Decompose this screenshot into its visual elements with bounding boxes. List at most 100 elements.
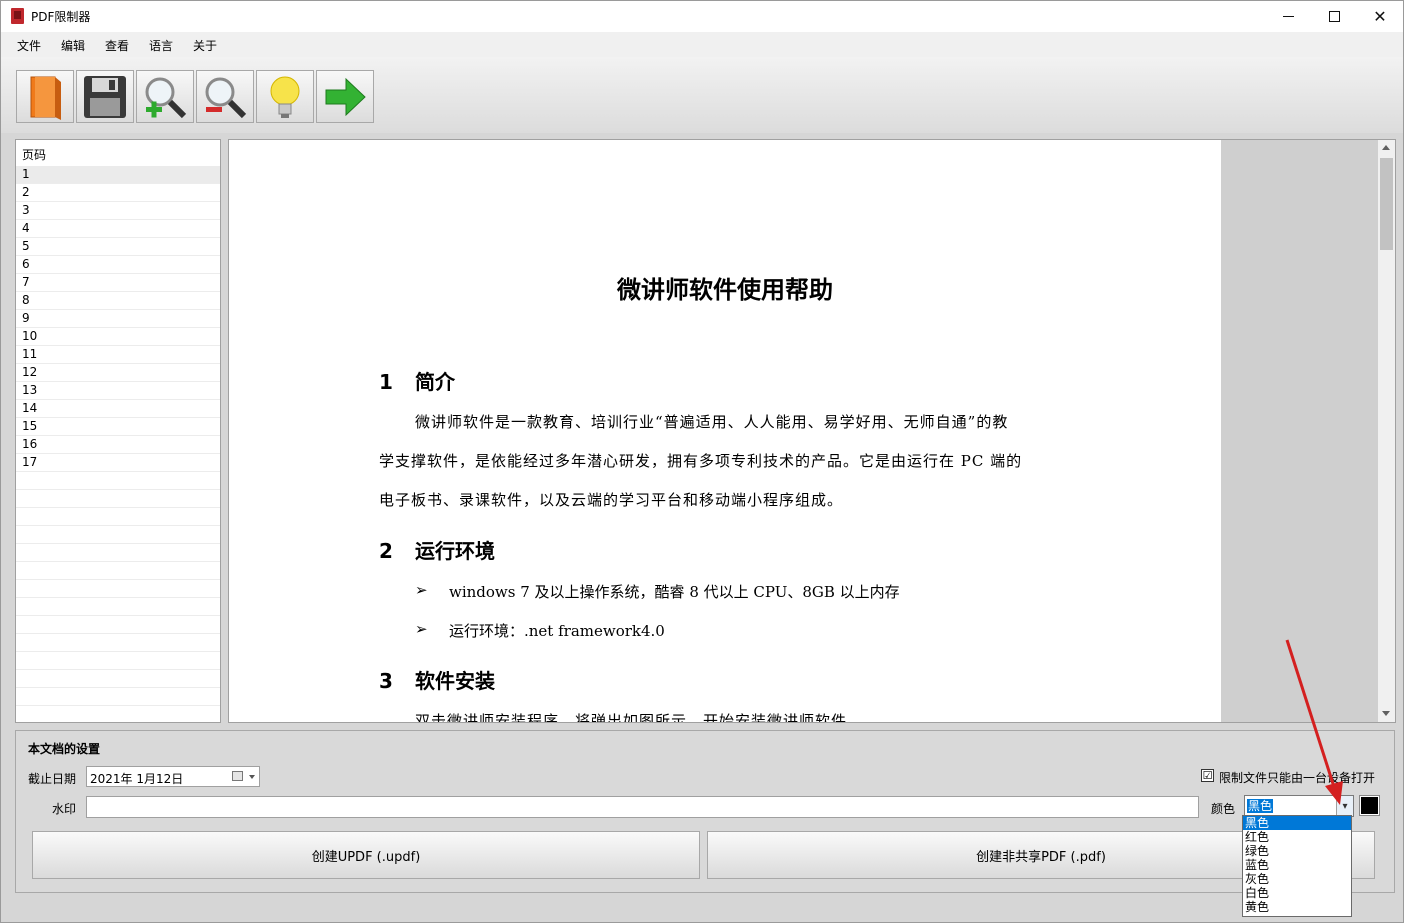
page-row-9[interactable]: 9 [16, 310, 220, 328]
section-heading-1: 1 简介 [379, 370, 455, 394]
color-select[interactable]: 黑色 ▾ [1244, 795, 1354, 817]
menu-edit[interactable]: 编辑 [61, 37, 85, 54]
color-option[interactable]: 灰色 [1243, 872, 1351, 886]
open-button[interactable] [16, 70, 74, 123]
scroll-down-icon[interactable] [1382, 711, 1390, 716]
zoom-out-button[interactable] [196, 70, 254, 123]
empty-row [16, 508, 220, 526]
page-row-8[interactable]: 8 [16, 292, 220, 310]
page-row-4[interactable]: 4 [16, 220, 220, 238]
close-icon: ✕ [1373, 7, 1387, 26]
page-row-13[interactable]: 13 [16, 382, 220, 400]
menu-bar: 文件 编辑 查看 语言 关于 [1, 32, 1403, 57]
chevron-down-icon [249, 775, 255, 779]
green-arrow-icon [325, 77, 366, 116]
watermark-input[interactable] [86, 796, 1199, 818]
zoom-in-button[interactable] [136, 70, 194, 123]
paragraph-line: 学支撑软件，是依能经过多年潜心研发，拥有多项专利技术的产品。它是由运行在 PC … [379, 452, 1023, 470]
document-page: 微讲师软件使用帮助 1 简介 微讲师软件是一款教育、培训行业“普遍适用、人人能用、… [229, 140, 1221, 723]
lightbulb-icon [270, 76, 300, 118]
empty-row [16, 580, 220, 598]
chevron-down-icon[interactable]: ▾ [1336, 796, 1353, 816]
page-row-3[interactable]: 3 [16, 202, 220, 220]
zoom-in-icon [145, 77, 187, 118]
doc-title: 微讲师软件使用帮助 [617, 276, 833, 304]
close-button[interactable]: ✕ [1357, 1, 1403, 32]
page-row-10[interactable]: 10 [16, 328, 220, 346]
bullet-text: windows 7 及以上操作系统，酷睿 8 代以上 CPU、8GB 以上内存 [449, 583, 900, 601]
paragraph-line: 微讲师软件是一款教育、培训行业“普遍适用、人人能用、易学好用、无师自通”的教 [415, 413, 1009, 431]
empty-row [16, 634, 220, 652]
paragraph-line: 电子板书、录课软件，以及云端的学习平台和移动端小程序组成。 [379, 491, 844, 509]
color-option[interactable]: 黄色 [1243, 900, 1351, 914]
window-title: PDF限制器 [31, 10, 91, 24]
expiry-date-label: 截止日期 [28, 772, 77, 786]
bullet-arrow-icon: ➢ [415, 581, 428, 599]
restrict-device-checkbox[interactable]: ☑ [1201, 769, 1214, 782]
menu-about[interactable]: 关于 [193, 37, 217, 54]
empty-row [16, 616, 220, 634]
color-option[interactable]: 绿色 [1243, 844, 1351, 858]
maximize-button[interactable] [1311, 1, 1357, 32]
document-viewer[interactable]: 微讲师软件使用帮助 1 简介 微讲师软件是一款教育、培训行业“普遍适用、人人能用、… [228, 139, 1396, 723]
color-option[interactable]: 黑色 [1243, 816, 1351, 830]
empty-row [16, 490, 220, 508]
menu-view[interactable]: 查看 [105, 37, 129, 54]
zoom-out-icon [205, 77, 247, 118]
create-updf-button[interactable]: 创建UPDF (.updf) [32, 831, 700, 879]
scroll-thumb[interactable] [1380, 158, 1393, 250]
color-swatch[interactable] [1359, 795, 1380, 816]
empty-row [16, 544, 220, 562]
empty-row [16, 472, 220, 490]
page-row-16[interactable]: 16 [16, 436, 220, 454]
expiry-date-picker[interactable]: 2021年 1月12日 [86, 766, 260, 787]
save-button[interactable] [76, 70, 134, 123]
next-button[interactable] [316, 70, 374, 123]
page-row-12[interactable]: 12 [16, 364, 220, 382]
menu-language[interactable]: 语言 [149, 37, 173, 54]
color-option[interactable]: 蓝色 [1243, 858, 1351, 872]
page-row-14[interactable]: 14 [16, 400, 220, 418]
page-row-5[interactable]: 5 [16, 238, 220, 256]
calendar-icon [232, 771, 243, 781]
color-select-value: 黑色 [1247, 799, 1274, 813]
page-row-1[interactable]: 1 [16, 166, 220, 184]
page-row-15[interactable]: 15 [16, 418, 220, 436]
bullet-arrow-icon: ➢ [415, 620, 428, 638]
tips-button[interactable] [256, 70, 314, 123]
app-logo-icon [11, 8, 24, 24]
vertical-scrollbar[interactable] [1378, 140, 1395, 722]
page-row-6[interactable]: 6 [16, 256, 220, 274]
empty-row [16, 688, 220, 706]
page-row-17[interactable]: 17 [16, 454, 220, 472]
open-book-icon [30, 76, 61, 120]
document-settings-panel: 本文档的设置 截止日期 2021年 1月12日 ☑ 限制文件只能由一台设备打开 … [15, 730, 1395, 893]
section-heading-3: 3 软件安装 [379, 669, 495, 693]
bullet-text: 运行环境：.net framework4.0 [449, 622, 665, 640]
page-row-11[interactable]: 11 [16, 346, 220, 364]
color-option[interactable]: 红色 [1243, 830, 1351, 844]
watermark-label: 水印 [52, 802, 77, 816]
page-row-7[interactable]: 7 [16, 274, 220, 292]
empty-row [16, 562, 220, 580]
restrict-device-label: 限制文件只能由一台设备打开 [1219, 771, 1376, 785]
page-list-header: 页码 [22, 148, 47, 162]
minimize-button[interactable] [1265, 1, 1311, 32]
scroll-up-icon[interactable] [1382, 145, 1390, 150]
expiry-date-value: 2021年 1月12日 [90, 772, 184, 786]
menu-file[interactable]: 文件 [17, 37, 41, 54]
page-row-2[interactable]: 2 [16, 184, 220, 202]
paragraph-line: 双击微讲师安装程序，将弹出如图所示，开始安装微讲师软件。 [415, 712, 864, 723]
empty-row [16, 652, 220, 670]
color-label: 颜色 [1211, 802, 1236, 816]
color-option[interactable]: 白色 [1243, 886, 1351, 900]
empty-row [16, 670, 220, 688]
section-heading-2: 2 运行环境 [379, 539, 495, 563]
minimize-icon [1282, 16, 1294, 17]
toolbar [1, 57, 1403, 133]
title-bar: PDF限制器 ✕ [1, 1, 1403, 32]
save-disk-icon [84, 75, 126, 118]
color-dropdown-list: 黑色 红色 绿色 蓝色 灰色 白色 黄色 [1242, 815, 1352, 917]
empty-row [16, 598, 220, 616]
empty-row [16, 526, 220, 544]
